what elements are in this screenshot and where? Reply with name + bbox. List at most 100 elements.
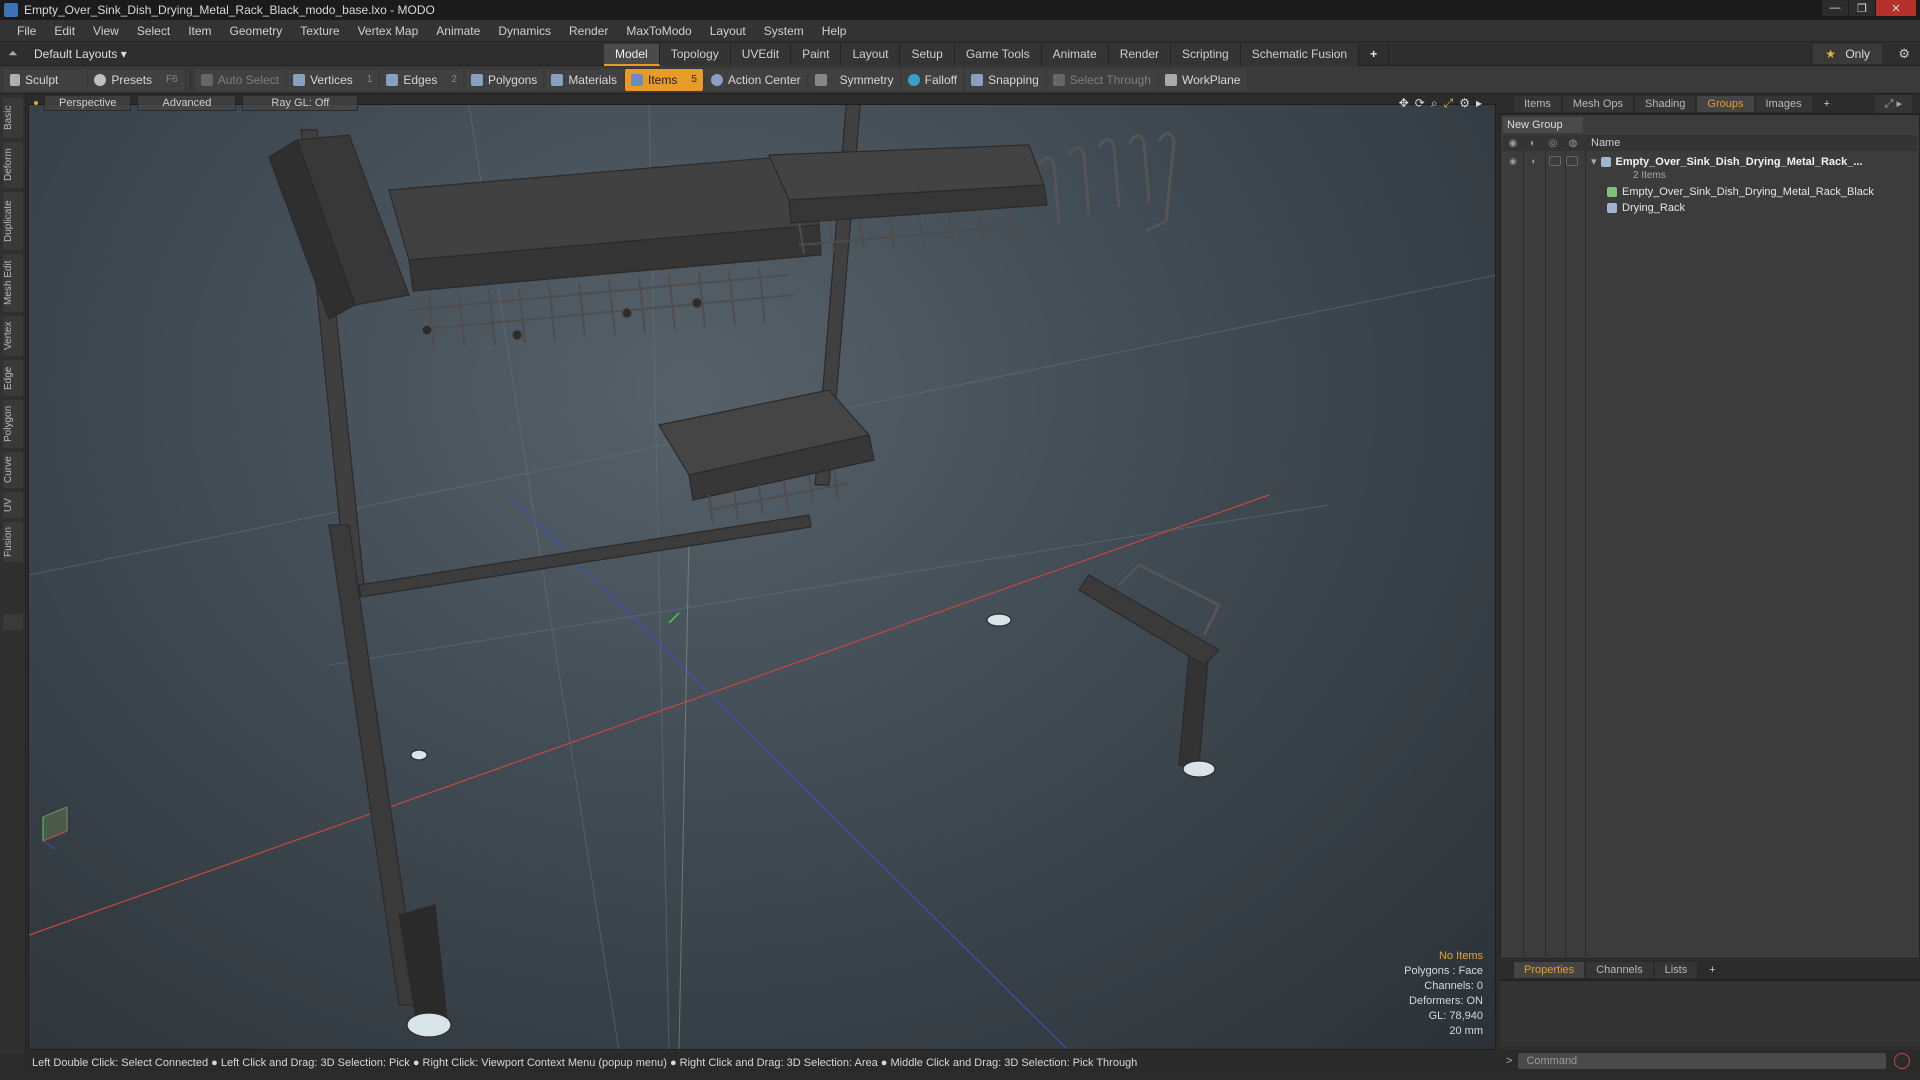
- tab-mesh-ops[interactable]: Mesh Ops: [1562, 95, 1634, 112]
- presets-button[interactable]: Presets F6: [88, 68, 184, 91]
- tab-setup[interactable]: Setup: [900, 44, 955, 66]
- panel-toggle-icon[interactable]: [3, 614, 23, 630]
- add-properties-tab-button[interactable]: +: [1699, 962, 1725, 978]
- lock-icon[interactable]: ◐: [1524, 156, 1544, 168]
- workplane-button[interactable]: WorkPlane: [1158, 68, 1247, 91]
- items-mode-button[interactable]: Items 5: [625, 68, 703, 91]
- close-button[interactable]: ✕: [1876, 0, 1916, 16]
- tab-fusion[interactable]: Fusion: [3, 522, 23, 562]
- render-icon[interactable]: ◎: [1543, 138, 1563, 149]
- vertices-mode-button[interactable]: Vertices 1: [287, 68, 379, 91]
- 3d-viewport[interactable]: No Items Polygons : Face Channels: 0 Def…: [28, 104, 1496, 1050]
- command-input[interactable]: Command: [1518, 1053, 1887, 1069]
- tab-uv[interactable]: UV: [3, 492, 23, 518]
- gear-icon[interactable]: ⚙: [1898, 46, 1910, 62]
- lock-icon[interactable]: ◐: [1523, 138, 1543, 149]
- add-tab-button[interactable]: +: [1359, 44, 1390, 66]
- expand-panel-icon[interactable]: ⤢ ▸: [1874, 94, 1912, 113]
- tab-paint[interactable]: Paint: [791, 44, 842, 66]
- symmetry-button[interactable]: Symmetry: [808, 68, 900, 91]
- tab-channels[interactable]: Channels: [1586, 961, 1653, 978]
- render-toggle[interactable]: [1549, 155, 1561, 166]
- only-toggle[interactable]: ★ Only: [1813, 44, 1882, 64]
- select-toggle[interactable]: [1566, 155, 1578, 166]
- tab-mesh-edit[interactable]: Mesh Edit: [3, 254, 23, 312]
- menu-animate[interactable]: Animate: [427, 24, 489, 38]
- snapping-button[interactable]: Snapping: [965, 68, 1045, 91]
- falloff-button[interactable]: Falloff: [901, 68, 964, 91]
- name-column-header[interactable]: Name: [1591, 137, 1620, 149]
- tab-model[interactable]: Model: [604, 44, 660, 66]
- select-icon[interactable]: ◍: [1563, 138, 1583, 149]
- tab-properties[interactable]: Properties: [1514, 961, 1585, 978]
- column-divider: [1545, 151, 1546, 959]
- tab-groups[interactable]: Groups: [1697, 95, 1754, 112]
- shading-mode-button[interactable]: Advanced: [137, 95, 237, 111]
- auto-select-button[interactable]: Auto Select: [194, 68, 286, 91]
- group-member-row[interactable]: Drying_Rack: [1503, 199, 1917, 216]
- tab-scripting[interactable]: Scripting: [1171, 44, 1241, 66]
- polygons-mode-button[interactable]: Polygons: [464, 68, 544, 91]
- tab-game-tools[interactable]: Game Tools: [954, 44, 1042, 66]
- menu-edit[interactable]: Edit: [45, 24, 84, 38]
- pan-icon[interactable]: ✥: [1399, 96, 1409, 111]
- minimize-button[interactable]: —: [1822, 0, 1848, 16]
- materials-mode-button[interactable]: Materials: [545, 68, 623, 91]
- group-member-row[interactable]: Empty_Over_Sink_Dish_Drying_Metal_Rack_B…: [1503, 183, 1917, 200]
- menu-maxtomodo[interactable]: MaxToModo: [617, 24, 700, 38]
- new-group-button[interactable]: New Group: [1503, 117, 1583, 133]
- tab-animate[interactable]: Animate: [1041, 44, 1109, 66]
- tab-vertex[interactable]: Vertex: [3, 316, 23, 356]
- select-through-button[interactable]: Select Through: [1046, 68, 1157, 91]
- menu-view[interactable]: View: [84, 24, 128, 38]
- tab-polygon[interactable]: Polygon: [3, 400, 23, 448]
- menu-help[interactable]: Help: [813, 24, 856, 38]
- menu-file[interactable]: File: [8, 24, 45, 38]
- action-center-button[interactable]: Action Center: [704, 68, 807, 91]
- tab-shading[interactable]: Shading: [1635, 95, 1696, 112]
- tab-basic[interactable]: Basic: [3, 98, 23, 138]
- layouts-label[interactable]: Default Layouts ▾: [34, 47, 127, 61]
- tab-deform[interactable]: Deform: [3, 142, 23, 188]
- menu-render[interactable]: Render: [560, 24, 617, 38]
- stop-icon[interactable]: [1894, 1053, 1911, 1069]
- tab-edge[interactable]: Edge: [3, 360, 23, 396]
- tab-lists[interactable]: Lists: [1654, 961, 1698, 978]
- fit-icon[interactable]: ⤢: [1444, 96, 1454, 111]
- menu-geometry[interactable]: Geometry: [221, 24, 292, 38]
- tab-images[interactable]: Images: [1755, 95, 1812, 112]
- menu-layout[interactable]: Layout: [701, 24, 755, 38]
- rotate-icon[interactable]: ⟳: [1415, 96, 1425, 111]
- star-icon: ★: [1825, 47, 1836, 61]
- tab-uvedit[interactable]: UVEdit: [730, 44, 792, 66]
- view-mode-button[interactable]: Perspective: [44, 95, 132, 111]
- viewport-more-icon[interactable]: ▸: [1476, 96, 1482, 111]
- edges-mode-button[interactable]: Edges 2: [380, 68, 463, 91]
- layouts-dropdown[interactable]: ⏶ Default Layouts ▾: [0, 46, 600, 61]
- tab-items[interactable]: Items: [1514, 95, 1561, 112]
- zoom-icon[interactable]: ⌕: [1431, 96, 1438, 111]
- viewport-menu-dot-icon[interactable]: [34, 101, 38, 105]
- tab-schematic-fusion[interactable]: Schematic Fusion: [1240, 44, 1360, 66]
- tab-duplicate[interactable]: Duplicate: [3, 192, 23, 250]
- tab-layout[interactable]: Layout: [841, 44, 901, 66]
- menu-system[interactable]: System: [755, 24, 813, 38]
- collapse-up-icon[interactable]: ⏶: [8, 46, 22, 61]
- add-panel-tab-button[interactable]: +: [1814, 96, 1840, 112]
- viewport-settings-icon[interactable]: ⚙: [1459, 96, 1470, 111]
- x-axis-line: [29, 494, 1270, 936]
- tab-curve[interactable]: Curve: [3, 452, 23, 488]
- menu-dynamics[interactable]: Dynamics: [489, 24, 560, 38]
- eye-icon[interactable]: ◉: [1503, 138, 1523, 149]
- menu-item[interactable]: Item: [179, 24, 220, 38]
- raygl-button[interactable]: Ray GL: Off: [242, 95, 359, 111]
- menu-select[interactable]: Select: [128, 24, 179, 38]
- tab-render[interactable]: Render: [1108, 44, 1172, 66]
- maximize-button[interactable]: ❐: [1849, 0, 1875, 16]
- eye-icon[interactable]: ◉: [1503, 156, 1523, 168]
- menu-texture[interactable]: Texture: [291, 24, 348, 38]
- sculpt-button[interactable]: Sculpt: [4, 68, 87, 91]
- menu-vertex-map[interactable]: Vertex Map: [349, 24, 428, 38]
- tab-topology[interactable]: Topology: [659, 44, 731, 66]
- command-history-icon[interactable]: >: [1506, 1055, 1512, 1067]
